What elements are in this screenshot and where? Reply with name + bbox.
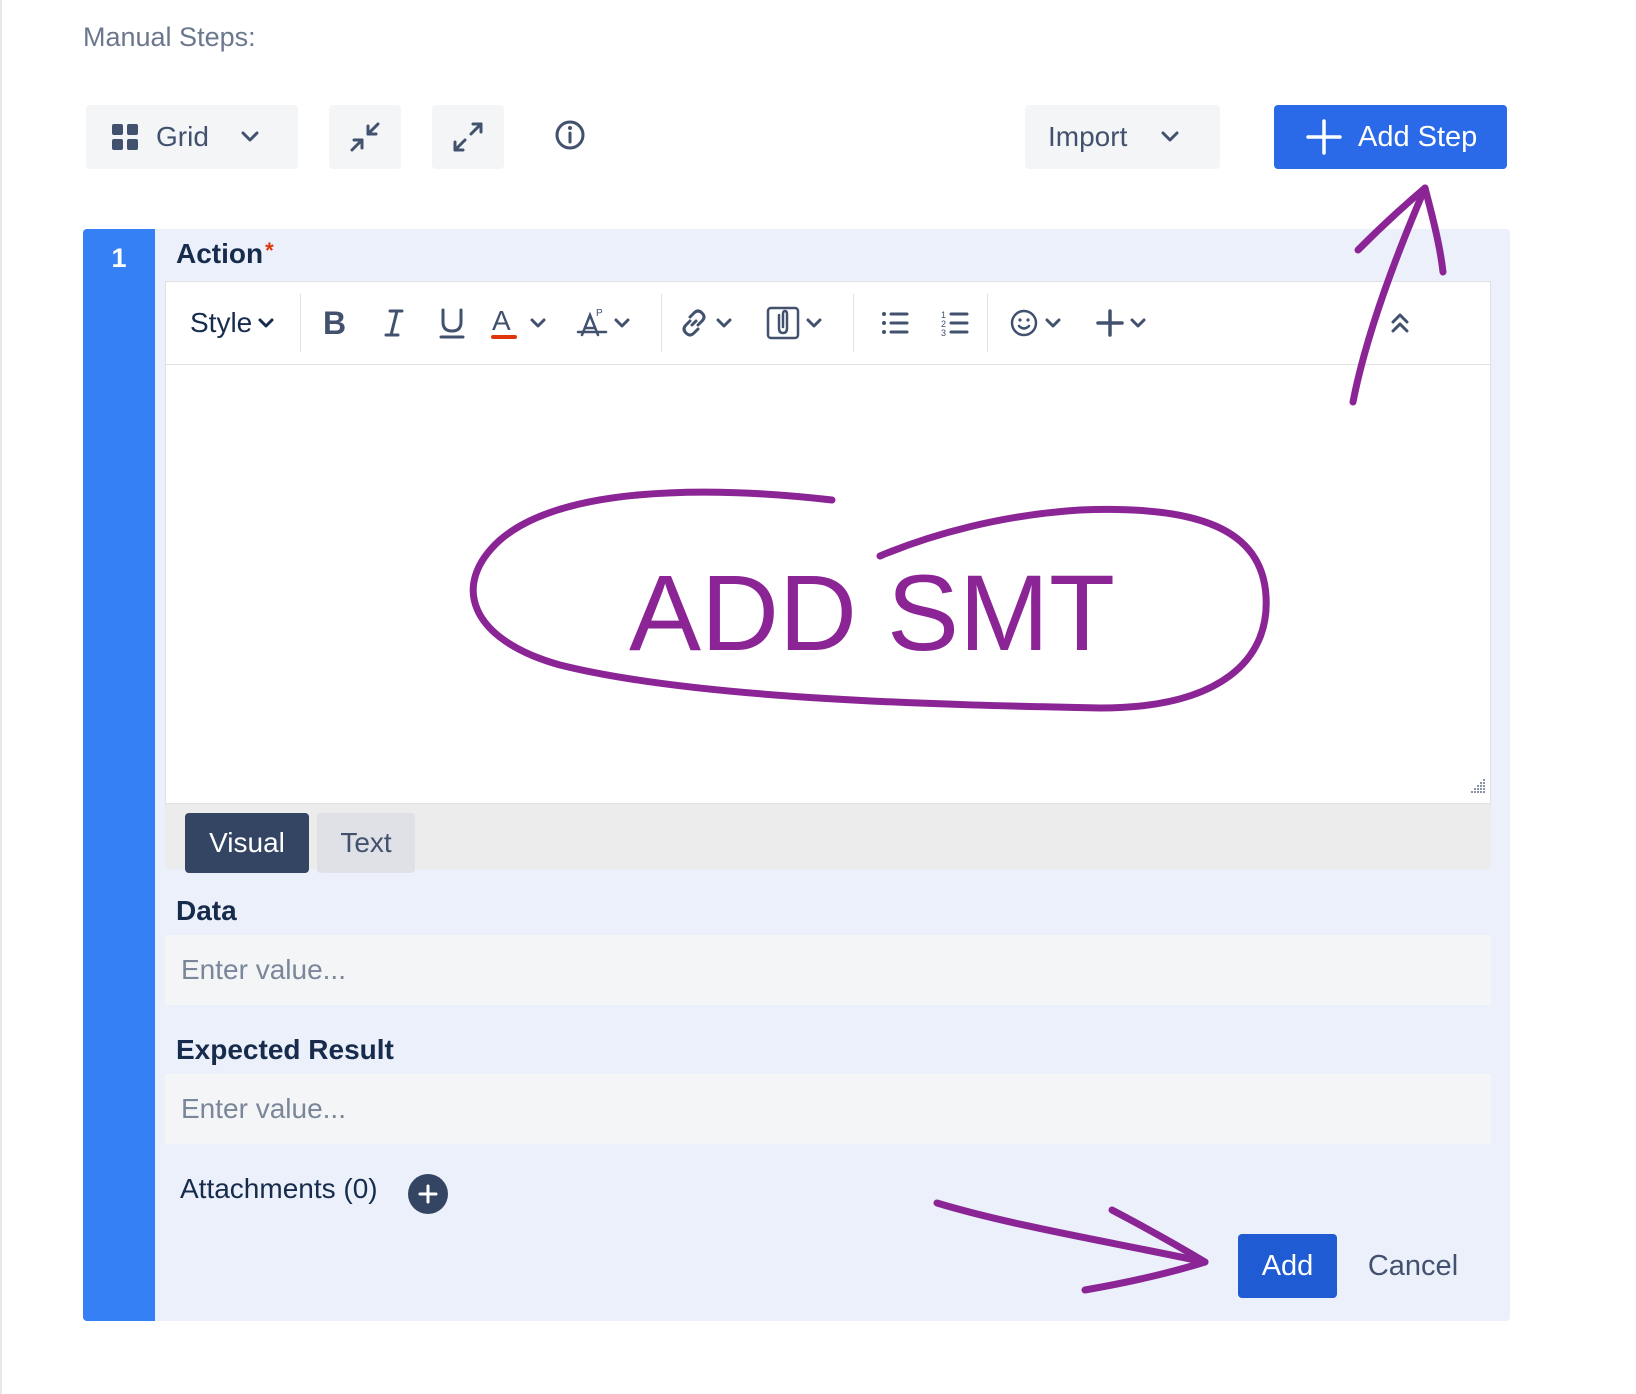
data-label: Data [176, 895, 237, 926]
clear-format-icon: P [576, 307, 608, 339]
chevron-down-icon [258, 318, 274, 329]
cancel-button[interactable]: Cancel [1358, 1234, 1468, 1298]
chevron-down-icon [530, 318, 546, 329]
style-select[interactable]: Style [190, 282, 274, 364]
view-mode-select[interactable]: Grid [86, 105, 298, 169]
collapse-arrows-icon [349, 121, 381, 153]
numbered-list-icon: 1 2 3 [941, 309, 969, 337]
clear-format-button[interactable]: P [576, 282, 630, 364]
plus-icon [1306, 119, 1342, 155]
attachment-icon [766, 306, 800, 340]
bullet-list-button[interactable] [879, 282, 911, 364]
collapse-toolbar-button[interactable] [1384, 282, 1416, 364]
underline-icon [439, 307, 465, 339]
collapse-all-button[interactable] [329, 105, 401, 169]
expected-result-input[interactable] [165, 1074, 1491, 1144]
editor-mode-tabs: Visual Text [165, 804, 1491, 873]
link-button[interactable] [678, 282, 732, 364]
svg-text:3: 3 [941, 328, 946, 337]
svg-text:B: B [323, 308, 346, 338]
tab-visual[interactable]: Visual [185, 813, 309, 873]
bold-button[interactable]: B [318, 282, 352, 364]
chevron-down-icon [614, 318, 630, 329]
attachments-label: Attachments (0) [180, 1173, 378, 1204]
data-input[interactable] [165, 935, 1491, 1005]
toolbar-separator [661, 294, 662, 352]
required-mark: * [265, 238, 274, 263]
expected-result-label: Expected Result [176, 1034, 394, 1065]
resize-grip-icon[interactable] [1470, 778, 1486, 799]
section-title: Manual Steps: [83, 22, 256, 52]
info-icon [554, 119, 586, 151]
add-button[interactable]: Add [1238, 1234, 1337, 1298]
add-attachment-button[interactable] [408, 1174, 448, 1214]
attachment-button[interactable] [766, 282, 822, 364]
style-label: Style [190, 307, 253, 338]
numbered-list-button[interactable]: 1 2 3 [939, 282, 971, 364]
expand-all-button[interactable] [432, 105, 504, 169]
emoji-icon [1009, 308, 1039, 338]
chevron-down-icon [1130, 318, 1146, 329]
chevron-down-icon [1045, 318, 1061, 329]
chevron-down-icon [806, 318, 822, 329]
insert-more-icon [1096, 309, 1124, 337]
plus-icon [418, 1184, 438, 1204]
underline-button[interactable] [435, 282, 469, 364]
expand-arrows-icon [452, 121, 484, 153]
chevron-down-icon [716, 318, 732, 329]
add-step-button[interactable]: Add Step [1274, 105, 1507, 169]
grid-icon [112, 124, 138, 150]
text-color-button[interactable]: A [490, 282, 546, 364]
page-left-edge [0, 0, 2, 1394]
italic-icon [382, 308, 406, 338]
view-mode-label: Grid [156, 121, 209, 152]
text-color-icon: A [490, 306, 520, 340]
tab-text[interactable]: Text [317, 813, 415, 873]
italic-button[interactable] [377, 282, 411, 364]
toolbar-separator [300, 294, 301, 352]
editor-toolbar: Style B A P 1 2 3 [166, 282, 1490, 365]
action-editor[interactable]: Style B A P 1 2 3 [165, 281, 1491, 804]
action-label-text: Action [176, 238, 264, 269]
chevron-down-icon [241, 131, 259, 143]
import-label: Import [1048, 121, 1128, 152]
toolbar-separator [853, 294, 854, 352]
bold-icon: B [323, 308, 347, 338]
insert-more-button[interactable] [1096, 282, 1146, 364]
step-number: 1 [111, 243, 127, 273]
toolbar-separator [987, 294, 988, 352]
step-number-bar [83, 229, 155, 1321]
action-label: Action* [176, 238, 274, 270]
add-step-label: Add Step [1358, 120, 1478, 153]
link-icon [678, 307, 710, 339]
emoji-button[interactable] [1009, 282, 1061, 364]
info-button[interactable] [554, 119, 586, 151]
collapse-toolbar-icon [1390, 312, 1410, 334]
svg-text:A: A [492, 306, 511, 336]
svg-text:P: P [596, 308, 603, 319]
chevron-down-icon [1161, 131, 1179, 143]
bullet-list-icon [881, 310, 909, 336]
import-select[interactable]: Import [1025, 105, 1220, 169]
